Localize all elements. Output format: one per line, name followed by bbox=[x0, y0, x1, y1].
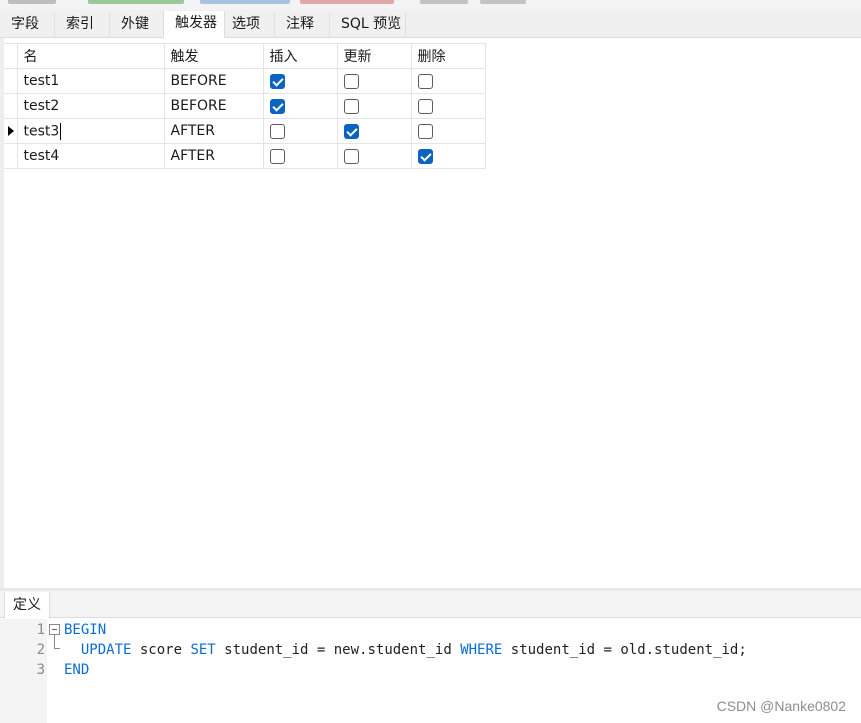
table-row[interactable]: test2 BEFORE bbox=[4, 93, 486, 119]
row-indicator-header bbox=[4, 43, 18, 69]
tab-sql-preview[interactable]: SQL 预览 bbox=[330, 12, 406, 38]
line-number: 2 bbox=[36, 642, 45, 658]
keyword: END bbox=[64, 662, 90, 678]
column-header-name[interactable]: 名 bbox=[16, 43, 165, 69]
insert-checkbox[interactable] bbox=[269, 98, 285, 114]
table-row[interactable]: test4 AFTER bbox=[4, 143, 486, 169]
code-text: student_id = old.student_id; bbox=[502, 642, 747, 658]
code-line-1: BEGIN bbox=[64, 622, 106, 638]
table-row[interactable]: test3 AFTER bbox=[4, 118, 486, 144]
trigger-update-cell bbox=[336, 143, 412, 169]
trigger-insert-cell bbox=[262, 93, 338, 119]
trigger-name-cell[interactable]: test3 bbox=[16, 118, 165, 144]
trigger-name-cell[interactable]: test2 bbox=[16, 93, 165, 119]
keyword: BEGIN bbox=[64, 622, 107, 638]
update-checkbox[interactable] bbox=[343, 148, 359, 164]
trigger-timing-cell[interactable]: AFTER bbox=[163, 143, 264, 169]
design-tab-bar: 字段 索引 外键 触发器 选项 注释 SQL 预览 bbox=[0, 10, 861, 38]
tab-indexes[interactable]: 索引 bbox=[55, 12, 110, 38]
table-header-row: 名 触发 插入 更新 删除 bbox=[4, 43, 486, 69]
trigger-delete-cell bbox=[410, 68, 486, 94]
column-header-update[interactable]: 更新 bbox=[336, 43, 412, 69]
tab-comments[interactable]: 注释 bbox=[275, 12, 330, 38]
column-header-delete[interactable]: 删除 bbox=[410, 43, 486, 69]
trigger-timing-cell[interactable]: BEFORE bbox=[163, 68, 264, 94]
triggers-grid-area: 名 触发 插入 更新 删除 test1 BEFORE test2 BEFORE test… bbox=[0, 38, 861, 588]
trigger-update-cell bbox=[336, 68, 412, 94]
keyword: WHERE bbox=[460, 642, 503, 658]
trigger-name: test2 bbox=[23, 98, 60, 114]
trigger-update-cell bbox=[336, 93, 412, 119]
insert-checkbox[interactable] bbox=[269, 148, 285, 164]
trigger-insert-cell bbox=[262, 68, 338, 94]
code-line-2: UPDATE score SET student_id = new.studen… bbox=[64, 642, 747, 658]
definition-tab-bar: 定义 bbox=[0, 591, 861, 619]
row-indicator[interactable] bbox=[4, 68, 18, 94]
trigger-timing-cell[interactable]: AFTER bbox=[163, 118, 264, 144]
trigger-name: test4 bbox=[23, 148, 60, 164]
trigger-name-cell[interactable]: test1 bbox=[16, 68, 165, 94]
update-checkbox[interactable] bbox=[343, 73, 359, 89]
trigger-timing-cell[interactable]: BEFORE bbox=[163, 93, 264, 119]
row-indicator[interactable] bbox=[4, 143, 18, 169]
line-number: 3 bbox=[36, 662, 45, 678]
delete-checkbox[interactable] bbox=[417, 123, 433, 139]
trigger-name: test1 bbox=[23, 73, 60, 89]
code-text: student_id = new.student_id bbox=[215, 642, 461, 658]
trigger-insert-cell bbox=[262, 143, 338, 169]
insert-checkbox[interactable] bbox=[269, 123, 285, 139]
table-row[interactable]: test1 BEFORE bbox=[4, 68, 486, 94]
text-caret bbox=[60, 122, 62, 140]
code-text: score bbox=[131, 642, 191, 658]
watermark: CSDN @Nanke0802 bbox=[716, 698, 846, 714]
triggers-table: 名 触发 插入 更新 删除 test1 BEFORE test2 BEFORE test… bbox=[4, 43, 486, 169]
toolbar-strip-clipped bbox=[0, 0, 861, 10]
row-indicator[interactable] bbox=[4, 93, 18, 119]
keyword: SET bbox=[190, 642, 216, 658]
fold-guide-end bbox=[54, 648, 60, 649]
trigger-name: test3 bbox=[23, 123, 60, 139]
line-number: 1 bbox=[36, 622, 45, 638]
column-header-insert[interactable]: 插入 bbox=[262, 43, 338, 69]
update-checkbox[interactable] bbox=[343, 123, 359, 139]
keyword: UPDATE bbox=[80, 642, 132, 658]
trigger-name-cell[interactable]: test4 bbox=[16, 143, 165, 169]
delete-checkbox[interactable] bbox=[417, 148, 433, 164]
trigger-update-cell bbox=[336, 118, 412, 144]
fold-toggle-icon[interactable] bbox=[49, 624, 60, 635]
trigger-delete-cell bbox=[410, 118, 486, 144]
trigger-insert-cell bbox=[262, 118, 338, 144]
tab-definition[interactable]: 定义 bbox=[4, 592, 50, 619]
code-line-3: END bbox=[64, 662, 89, 678]
tab-triggers[interactable]: 触发器 bbox=[163, 11, 225, 38]
tab-options[interactable]: 选项 bbox=[221, 12, 275, 38]
current-row-arrow-icon bbox=[8, 126, 14, 136]
delete-checkbox[interactable] bbox=[417, 73, 433, 89]
column-header-timing[interactable]: 触发 bbox=[163, 43, 264, 69]
tab-fields[interactable]: 字段 bbox=[0, 12, 55, 38]
fold-guide bbox=[54, 635, 55, 648]
update-checkbox[interactable] bbox=[343, 98, 359, 114]
trigger-delete-cell bbox=[410, 143, 486, 169]
trigger-delete-cell bbox=[410, 93, 486, 119]
row-indicator[interactable] bbox=[4, 118, 18, 144]
delete-checkbox[interactable] bbox=[417, 98, 433, 114]
tab-foreign-keys[interactable]: 外键 bbox=[110, 12, 165, 38]
insert-checkbox[interactable] bbox=[269, 73, 285, 89]
